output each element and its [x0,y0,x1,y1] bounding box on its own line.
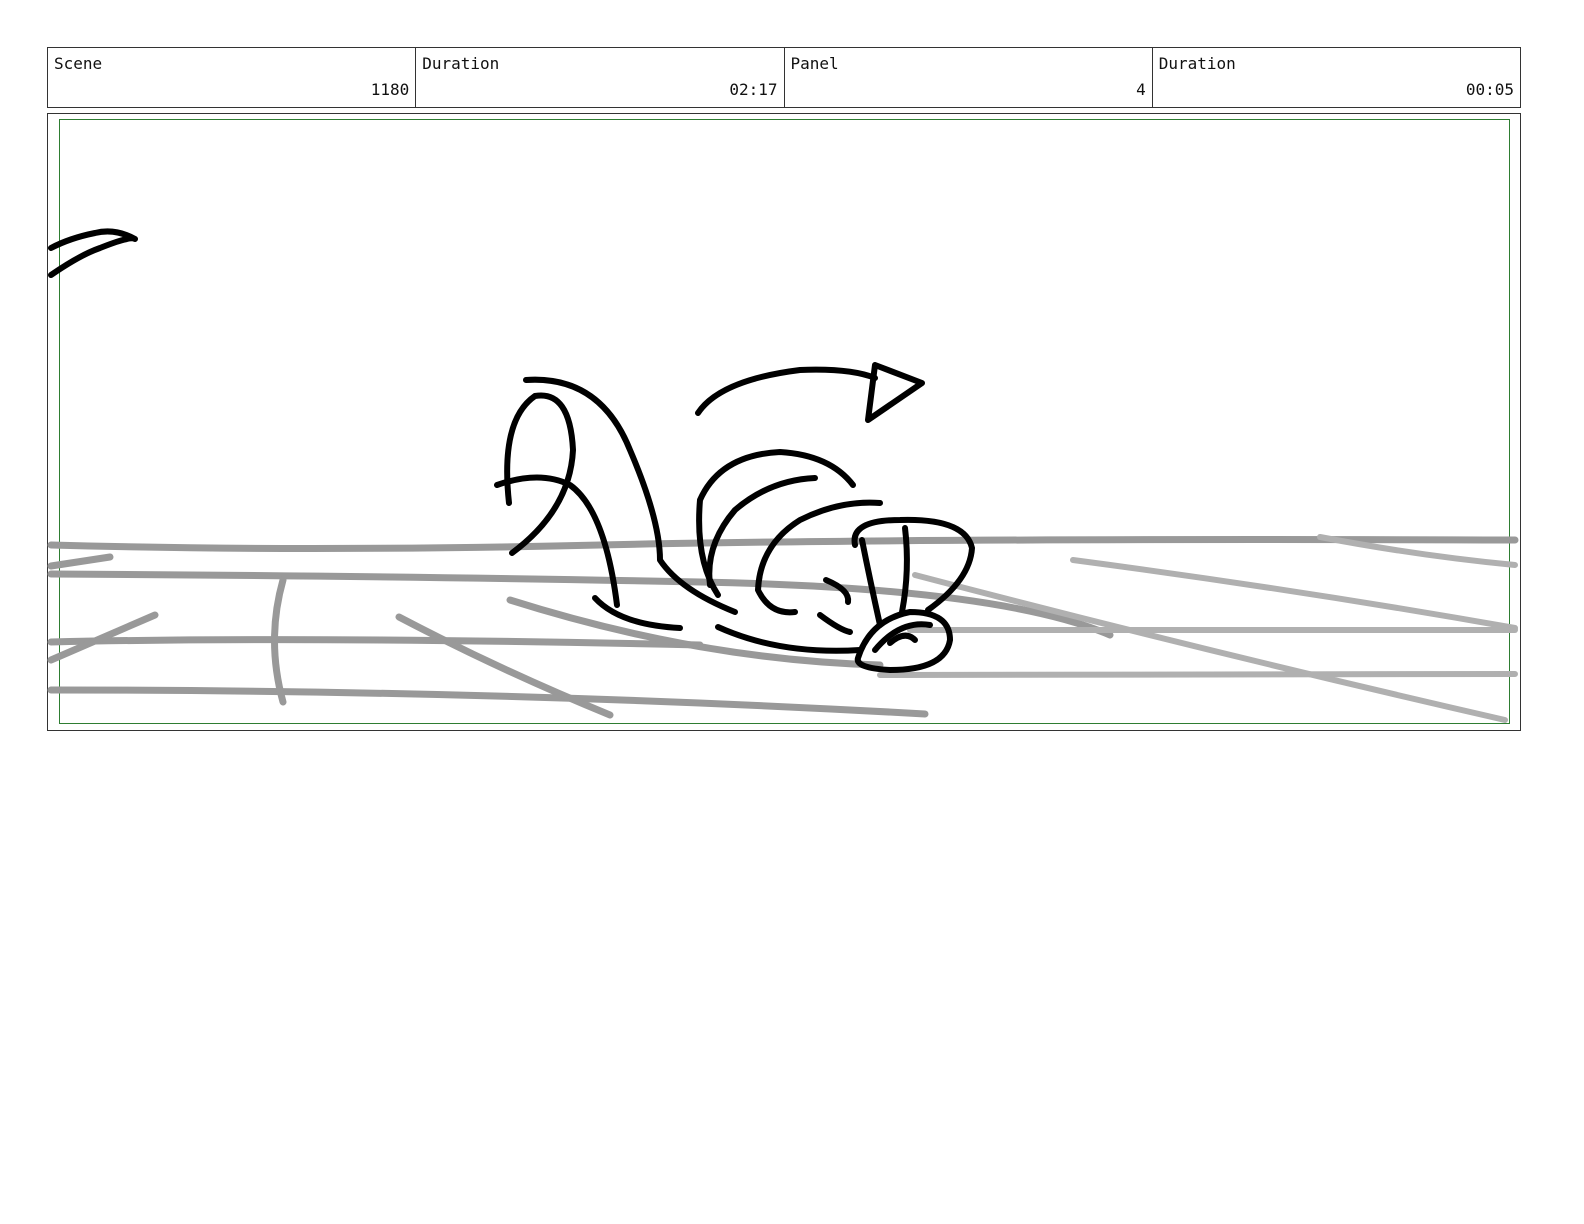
character-sketch [48,228,975,673]
floor-light-lines [877,534,1518,723]
storyboard-sketch [47,228,1519,723]
